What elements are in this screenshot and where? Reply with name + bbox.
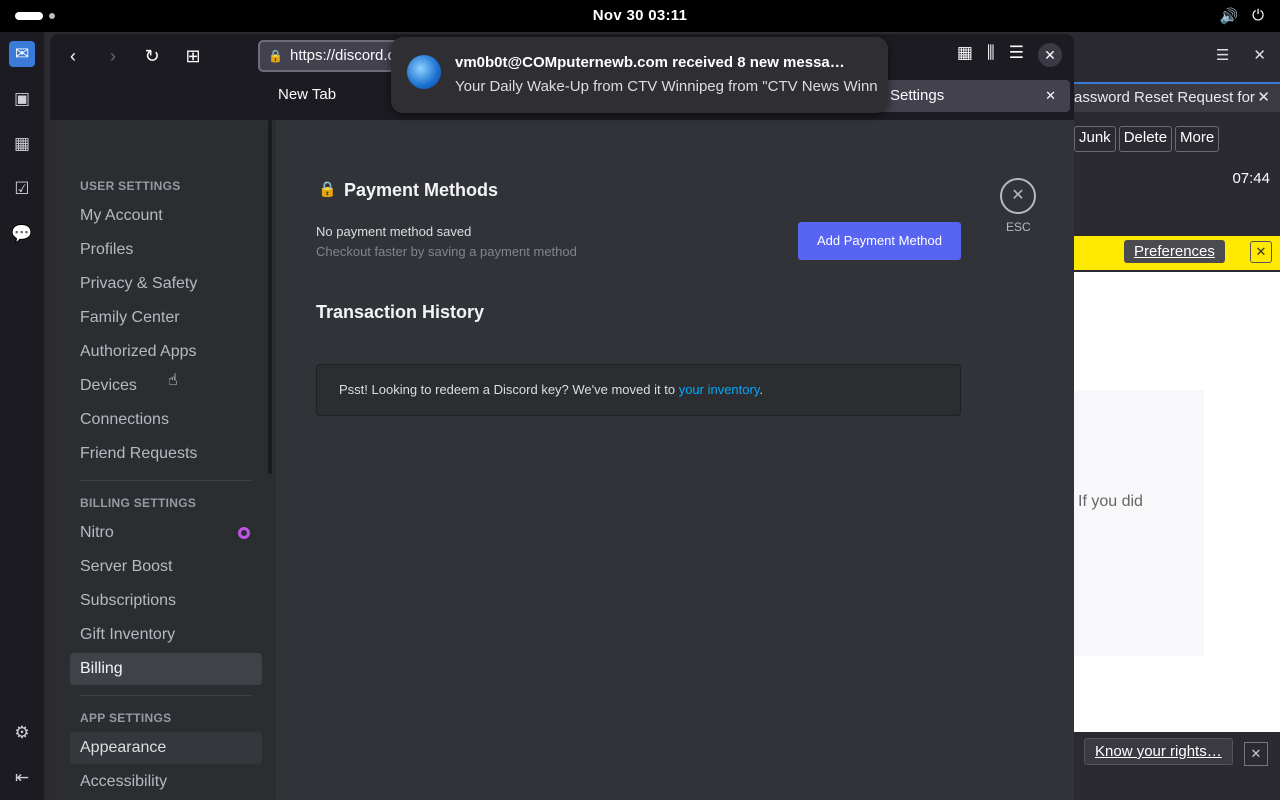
chat-icon[interactable]: 💬: [9, 221, 35, 247]
system-top-bar: Nov 30 03:11 🔊 ⏻: [0, 0, 1280, 32]
notification-title: vm0b0t@COMputernewb.com received 8 new m…: [455, 54, 845, 71]
back-icon[interactable]: ‹: [60, 43, 86, 69]
no-payment-subtext: Checkout faster by saving a payment meth…: [316, 244, 577, 259]
message-time: 07:44: [1232, 170, 1270, 187]
redeem-key-notice: Psst! Looking to redeem a Discord key? W…: [316, 364, 961, 416]
lock-icon: 🔒: [268, 49, 283, 63]
sidebar-item-devices[interactable]: Devices: [70, 370, 262, 402]
menu-icon[interactable]: ☰: [1216, 46, 1229, 64]
no-payment-text: No payment method saved: [316, 224, 472, 239]
lock-icon: 🔒: [318, 181, 337, 198]
notice-end: .: [759, 382, 763, 397]
sidebar-item-family-center[interactable]: Family Center: [70, 302, 262, 334]
reload-icon[interactable]: ↻: [139, 43, 165, 69]
new-tab-icon[interactable]: ⊞: [180, 43, 206, 69]
sidebar-item-gift-inventory[interactable]: Gift Inventory: [70, 619, 262, 651]
divider: [80, 480, 252, 481]
tab-new-tab[interactable]: New Tab: [278, 86, 336, 103]
message-body: If you did: [1074, 272, 1280, 732]
thunderbird-icon: [407, 55, 441, 89]
more-button[interactable]: More: [1175, 126, 1220, 152]
address-book-icon[interactable]: ▣: [9, 86, 35, 112]
volume-icon[interactable]: 🔊: [1219, 7, 1238, 25]
url-text: https://discord.c: [290, 47, 396, 64]
delete-button[interactable]: Delete: [1118, 126, 1173, 152]
sidebar-scrollbar[interactable]: [268, 120, 272, 474]
nitro-icon: [238, 527, 250, 539]
sidebar-item-appearance[interactable]: Appearance: [70, 732, 262, 764]
notice-text: Psst! Looking to redeem a Discord key? W…: [339, 382, 679, 397]
settings-sidebar: USER SETTINGS My Account Profiles Privac…: [50, 120, 276, 800]
add-payment-method-button[interactable]: Add Payment Method: [798, 222, 961, 260]
sidebar-item-profiles[interactable]: Profiles: [70, 234, 262, 266]
sidebar-item-server-boost[interactable]: Server Boost: [70, 551, 262, 583]
sidebar-item-connections[interactable]: Connections: [70, 404, 262, 436]
discord-settings: USER SETTINGS My Account Profiles Privac…: [50, 120, 1074, 800]
sidebar-item-authorized-apps[interactable]: Authorized Apps: [70, 336, 262, 368]
remote-content-bar: Preferences ✕: [1074, 236, 1280, 270]
sidebar-item-my-account[interactable]: My Account: [70, 200, 262, 232]
clock[interactable]: Nov 30 03:11: [0, 7, 1280, 24]
know-your-rights-button[interactable]: Know your rights…: [1084, 738, 1233, 765]
close-icon[interactable]: ✕: [1038, 43, 1062, 67]
user-settings-header: USER SETTINGS: [80, 179, 181, 193]
tasks-icon[interactable]: ☑: [9, 176, 35, 202]
billing-settings-header: BILLING SETTINGS: [80, 496, 197, 510]
sidebar-item-nitro[interactable]: Nitro: [70, 517, 262, 549]
thunderbird-spaces-rail: ✉ ▣ ▦ ☑ 💬 ⚙ ⇤: [0, 32, 44, 800]
junk-button[interactable]: Junk: [1074, 126, 1116, 152]
sidebar-item-accessibility[interactable]: Accessibility: [70, 766, 262, 798]
mouse-cursor-icon: ☝: [168, 372, 178, 389]
email-notification[interactable]: vm0b0t@COMputernewb.com received 8 new m…: [391, 37, 888, 113]
firefox-window: ‹ › ↻ ⊞ 🔒 https://discord.c ▦ ⫼ ☰ ✕ New …: [50, 34, 1074, 800]
mail-icon[interactable]: ✉: [9, 41, 35, 67]
close-icon[interactable]: ✕: [1257, 84, 1270, 112]
close-icon[interactable]: ✕: [1253, 46, 1266, 64]
close-icon[interactable]: ✕: [1250, 241, 1272, 263]
esc-label: ESC: [1006, 220, 1031, 234]
sidebar-item-billing[interactable]: Billing: [70, 653, 262, 685]
message-content-box: [1074, 390, 1204, 656]
billing-content: 🔒 Payment Methods No payment method save…: [276, 120, 1074, 800]
thunderbird-main: ☰ ✕ assword Reset Request for ✕ Junk Del…: [1074, 32, 1280, 800]
transaction-history-title: Transaction History: [316, 302, 485, 322]
window-controls: ☰ ✕: [1216, 46, 1266, 64]
system-tray[interactable]: 🔊 ⏻: [1219, 7, 1264, 25]
power-icon[interactable]: ⏻: [1252, 7, 1264, 25]
sidebar-item-privacy-safety[interactable]: Privacy & Safety: [70, 268, 262, 300]
sidebar-item-subscriptions[interactable]: Subscriptions: [70, 585, 262, 617]
close-icon[interactable]: ✕: [1045, 80, 1056, 112]
divider: [80, 695, 252, 696]
calendar-icon[interactable]: ▦: [9, 131, 35, 157]
preferences-button[interactable]: Preferences: [1124, 240, 1225, 263]
sidebar-item-label: Nitro: [80, 524, 114, 541]
extensions-grid-icon[interactable]: ▦: [957, 43, 973, 67]
close-settings-button[interactable]: ✕: [1000, 178, 1036, 214]
tab-message-label: assword Reset Request for: [1074, 89, 1255, 106]
notification-body: Your Daily Wake-Up from CTV Winnipeg fro…: [455, 78, 879, 95]
collapse-icon[interactable]: ⇤: [9, 765, 35, 791]
tab-settings[interactable]: Settings ✕: [870, 80, 1070, 112]
inventory-link[interactable]: your inventory: [679, 382, 760, 397]
forward-icon[interactable]: ›: [100, 43, 126, 69]
close-icon[interactable]: ✕: [1244, 742, 1268, 766]
settings-gear-icon[interactable]: ⚙: [9, 720, 35, 746]
toolbar-right: ▦ ⫼ ☰ ✕: [957, 43, 1062, 67]
message-toolbar: Junk Delete More: [1074, 126, 1280, 152]
tab-message[interactable]: assword Reset Request for ✕: [1074, 82, 1280, 112]
sidebar-item-friend-requests[interactable]: Friend Requests: [70, 438, 262, 470]
tab-settings-label: Settings: [890, 87, 945, 104]
message-text: If you did: [1078, 493, 1143, 510]
payment-methods-title: Payment Methods: [344, 180, 499, 200]
menu-icon[interactable]: ☰: [1009, 43, 1024, 67]
library-icon[interactable]: ⫼: [987, 43, 995, 67]
app-settings-header: APP SETTINGS: [80, 711, 172, 725]
